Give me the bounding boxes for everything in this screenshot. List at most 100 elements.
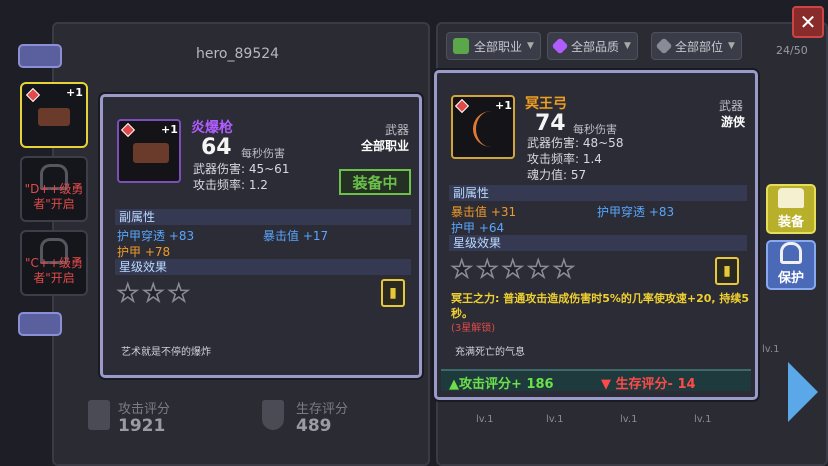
lock-toggle-icon[interactable]: ▮ — [715, 257, 739, 285]
filter-slot-label: 全部部位 — [675, 39, 724, 54]
star-rating: ★ ★ ★ — [116, 278, 190, 308]
item-type: 武器 — [385, 123, 410, 137]
weapon-slot-2-locked[interactable]: "D++级勇者"开启 — [20, 156, 88, 222]
sub-attr-header: 副属性 — [449, 185, 747, 201]
shield-icon — [262, 400, 284, 430]
chevron-down-icon: ▼ — [624, 41, 631, 51]
bow-icon — [473, 111, 495, 147]
attack-speed: 攻击频率: 1.4 — [527, 152, 602, 166]
weapon-damage: 武器伤害: 48~58 — [527, 136, 624, 150]
item-type: 武器 — [719, 99, 744, 113]
equipped-item-card: +1 炎爆枪 64 每秒伤害 武器伤害: 45~61 攻击频率: 1.2 武器 … — [100, 94, 422, 378]
flame-gun-icon — [133, 143, 169, 163]
star-rating: ★ ★ ★ ★ ★ — [450, 254, 575, 284]
filter-class-label: 全部职业 — [474, 39, 523, 54]
item-class: 游侠 — [721, 115, 746, 129]
filter-slot-dropdown[interactable]: 全部部位 ▼ — [651, 32, 742, 60]
flavor-text: 充满死亡的气息 — [455, 347, 525, 358]
hero-name: hero_89524 — [196, 46, 280, 62]
flame-gun-icon — [38, 108, 70, 126]
star-effect-header: 星级效果 — [449, 235, 747, 251]
sub-attr-header: 副属性 — [115, 209, 411, 225]
slot-lock-text: "D++级勇者"开启 — [24, 182, 84, 211]
slot-plus-level: +1 — [66, 86, 83, 99]
shirt-icon — [778, 188, 804, 208]
item-name: 炎爆枪 — [191, 120, 233, 136]
star-icon: ★ — [501, 254, 524, 284]
equip-button[interactable]: 装备 — [766, 184, 816, 234]
skill-line-1: 冥王之力: 普通攻击造成伤害时5%的几率使攻速+20, 持续5 — [451, 292, 750, 305]
equip-label: 装备 — [777, 215, 804, 230]
padlock-icon — [780, 242, 802, 264]
item-plus-level: +1 — [161, 123, 178, 136]
star-effect-header: 星级效果 — [115, 259, 411, 275]
compare-item-card: +1 冥王弓 74 每秒伤害 武器伤害: 48~58 攻击频率: 1.4 魂力值… — [434, 70, 758, 400]
star-icon: ★ — [450, 254, 473, 284]
dps-value: 64 — [201, 135, 232, 160]
grid-item-level: lv.1 — [620, 414, 638, 425]
chevron-down-icon: ▼ — [527, 41, 534, 51]
item-icon-frame: +1 — [117, 119, 181, 183]
equipped-badge: 装备中 — [339, 169, 411, 195]
flavor-text: 艺术就是不停的爆炸 — [121, 347, 211, 358]
item-class: 全部职业 — [361, 139, 410, 153]
protect-label: 保护 — [777, 271, 804, 286]
star-icon: ★ — [167, 278, 190, 308]
star-icon: ★ — [116, 278, 139, 308]
weapon-slot-1[interactable]: +1 — [20, 82, 88, 148]
class-filter-icon — [453, 38, 469, 54]
survival-score-delta: ▼ 生存评分- 14 — [601, 377, 696, 392]
slot-filter-icon — [655, 37, 673, 55]
scroll-rail-top[interactable] — [18, 44, 62, 68]
attack-speed: 攻击频率: 1.2 — [193, 178, 268, 192]
item-icon-frame: +1 — [451, 95, 515, 159]
star-icon: ★ — [476, 254, 499, 284]
filter-quality-label: 全部品质 — [571, 39, 620, 54]
attack-score-value: 1921 — [118, 416, 166, 436]
skill-description: 冥王之力: 普通攻击造成伤害时5%的几率使攻速+20, 持续5 秒。 — [451, 291, 751, 321]
grid-item-level: lv.1 — [476, 414, 494, 425]
item-plus-level: +1 — [495, 99, 512, 112]
grid-item-level: lv.1 — [694, 414, 712, 425]
close-icon: ✕ — [799, 10, 817, 34]
score-compare-bar: ▲攻击评分+ 186 ▼ 生存评分- 14 — [441, 369, 751, 392]
star-icon: ★ — [142, 278, 165, 308]
filter-class-dropdown[interactable]: 全部职业 ▼ — [446, 32, 541, 60]
chevron-down-icon: ▼ — [728, 41, 735, 51]
sub-attr-crit: 暴击值 +31 — [451, 205, 517, 219]
item-name: 冥王弓 — [525, 96, 567, 112]
grid-item-level: lv.1 — [762, 344, 780, 355]
quality-filter-icon — [551, 37, 569, 55]
dps-label: 每秒伤害 — [241, 147, 285, 160]
skill-unlock-note: (3星解锁) — [451, 323, 496, 334]
inventory-count: 24/50 — [776, 44, 808, 57]
sub-attr-crit: 暴击值 +17 — [263, 229, 329, 243]
slot-lock-text: "C++级勇者"开启 — [24, 256, 83, 285]
weapon-slot-3-locked[interactable]: "C++级勇者"开启 — [20, 230, 88, 296]
protect-button[interactable]: 保护 — [766, 240, 816, 290]
scroll-rail-bottom[interactable] — [18, 312, 62, 336]
attack-score-label: 攻击评分 — [118, 402, 171, 417]
survival-score-value: 489 — [296, 416, 332, 436]
survival-score-label: 生存评分 — [296, 402, 349, 417]
attack-score-delta: ▲攻击评分+ 186 — [449, 377, 554, 392]
gem-icon — [120, 122, 136, 138]
sub-attr-armor-pen: 护甲穿透 +83 — [597, 205, 675, 219]
sword-icon — [88, 400, 110, 430]
close-button[interactable]: ✕ — [792, 6, 824, 38]
grid-item-level: lv.1 — [546, 414, 564, 425]
sub-attr-armor: 护甲 +64 — [451, 221, 505, 235]
dps-value: 74 — [535, 111, 566, 136]
filter-quality-dropdown[interactable]: 全部品质 ▼ — [547, 32, 638, 60]
weapon-damage: 武器伤害: 45~61 — [193, 162, 290, 176]
next-page-arrow-icon[interactable] — [788, 362, 818, 422]
star-icon: ★ — [527, 254, 550, 284]
star-icon: ★ — [552, 254, 575, 284]
sub-attr-armor-pen: 护甲穿透 +83 — [117, 229, 195, 243]
soul-power: 魂力值: 57 — [527, 168, 587, 182]
skill-line-2: 秒。 — [451, 307, 473, 320]
lock-toggle-icon[interactable]: ▮ — [381, 279, 405, 307]
gem-icon — [25, 87, 41, 103]
gem-icon — [454, 98, 470, 114]
sub-attr-armor: 护甲 +78 — [117, 245, 171, 259]
